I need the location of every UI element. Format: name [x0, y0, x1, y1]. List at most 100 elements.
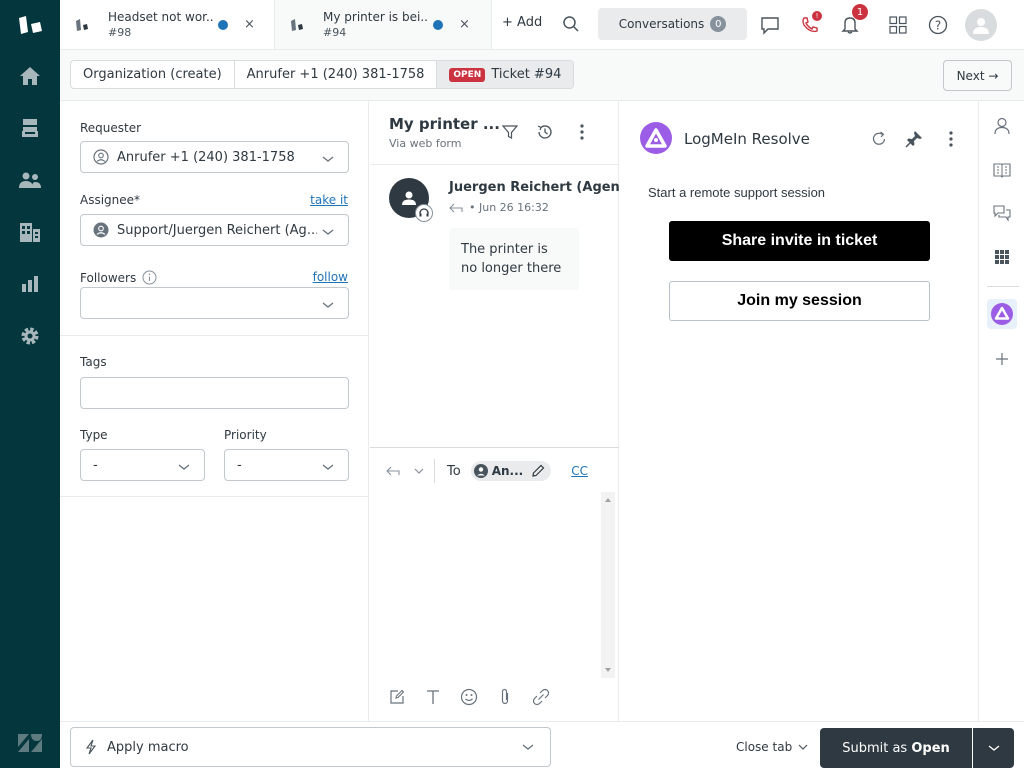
composer-scrollbar[interactable]: [601, 492, 615, 678]
message-body: The printer is no longer there: [449, 228, 579, 290]
join-session-button[interactable]: Join my session: [669, 281, 930, 321]
nav-reporting[interactable]: [0, 266, 60, 306]
requester-value: Anrufer +1 (240) 381-1758: [117, 149, 295, 165]
take-it-link[interactable]: take it: [310, 193, 348, 207]
text-format-icon[interactable]: [424, 688, 442, 706]
home-icon: [19, 66, 41, 90]
emoji-icon[interactable]: [460, 688, 478, 706]
chat-icon[interactable]: [758, 13, 782, 37]
ticket-subject: My printer ...: [389, 115, 500, 133]
refresh-icon[interactable]: [870, 130, 888, 148]
user-avatar[interactable]: [965, 9, 997, 41]
ticket-properties-panel: Requester Anrufer +1 (240) 381-1758 Assi…: [60, 101, 369, 721]
recipient-chip[interactable]: An...: [470, 461, 552, 481]
rail-divider: [987, 286, 1019, 287]
conversations-count: 0: [710, 16, 727, 32]
apps-grid-icon[interactable]: [886, 13, 910, 37]
type-select[interactable]: -: [80, 449, 205, 481]
customer-context-icon[interactable]: [987, 111, 1017, 141]
submit-options-button[interactable]: [973, 728, 1014, 768]
users-icon: [19, 171, 41, 193]
composer-actions: [388, 688, 550, 706]
history-icon[interactable]: [536, 123, 554, 141]
composer-toolbar: To An... CC: [370, 456, 619, 486]
add-tab-button[interactable]: + Add: [502, 15, 542, 30]
tags-input[interactable]: [80, 377, 349, 409]
apply-macro-select[interactable]: Apply macro: [70, 727, 551, 767]
priority-label: Priority: [224, 428, 267, 442]
more-options-icon[interactable]: [942, 130, 960, 148]
logmein-app-icon[interactable]: [987, 299, 1017, 329]
ticket-tab-active[interactable]: My printer is bei... #94 ×: [275, 0, 492, 49]
nav-home[interactable]: [0, 58, 60, 98]
attachment-icon[interactable]: [496, 688, 514, 706]
headset-icon: [415, 204, 433, 222]
unread-dot: [433, 19, 443, 30]
add-app-icon[interactable]: [987, 344, 1017, 374]
link-icon[interactable]: [532, 688, 550, 706]
gear-icon: [20, 326, 40, 350]
close-tab-icon[interactable]: ×: [459, 17, 470, 32]
chevron-down-icon[interactable]: [414, 468, 424, 474]
knowledge-icon[interactable]: [987, 155, 1017, 185]
close-tab-dropdown[interactable]: Close tab: [736, 740, 808, 754]
submit-button[interactable]: Submit as Open: [820, 728, 972, 768]
bell-icon[interactable]: 1: [838, 4, 868, 37]
priority-select[interactable]: -: [224, 449, 349, 481]
search-icon[interactable]: [562, 15, 580, 37]
help-icon[interactable]: ?: [926, 13, 950, 37]
nav-customers[interactable]: [0, 162, 60, 202]
nav-views[interactable]: [0, 110, 60, 150]
chevron-down-icon: [322, 460, 334, 475]
breadcrumb-ticket[interactable]: OPEN Ticket #94: [437, 61, 574, 88]
context-panel-rail: [980, 101, 1024, 721]
bar-chart-icon: [21, 275, 39, 297]
assignee-select[interactable]: Support/Juergen Reichert (Ag...: [80, 214, 349, 246]
phone-icon[interactable]: !: [798, 11, 822, 37]
next-ticket-button[interactable]: Next →: [943, 60, 1012, 91]
more-options-icon[interactable]: [573, 123, 591, 141]
nav-organizations[interactable]: [0, 214, 60, 254]
chevron-down-icon: [798, 744, 808, 750]
logmein-app-panel: LogMeIn Resolve Start a remote support s…: [620, 101, 979, 721]
recipient-avatar-icon: [473, 464, 488, 478]
close-tab-icon[interactable]: ×: [244, 17, 255, 32]
section-divider: [60, 335, 369, 336]
logmein-resolve-logo: [640, 122, 672, 154]
zendesk-agent-workspace: Headset not wor... #98 × My printer is b…: [0, 0, 1024, 768]
breadcrumb: Organization (create) Anrufer +1 (240) 3…: [70, 60, 575, 89]
recipient-name: An...: [491, 464, 524, 478]
inbox-icon: [21, 118, 39, 142]
chevron-down-icon: [322, 225, 334, 240]
requester-label: Requester: [80, 121, 142, 135]
follow-link[interactable]: follow: [313, 270, 348, 284]
breadcrumb-organization[interactable]: Organization (create): [71, 61, 235, 88]
pin-icon[interactable]: [905, 130, 923, 148]
conversations-icon[interactable]: [987, 198, 1017, 228]
status-badge: OPEN: [449, 67, 486, 82]
edit-pencil-icon[interactable]: [531, 464, 545, 478]
talk-alert-badge: !: [812, 11, 822, 21]
zendesk-logo[interactable]: [0, 0, 60, 50]
chevron-down-icon: [522, 743, 534, 751]
ticket-icon: [289, 17, 305, 33]
conversation-panel: My printer ... Via web form Juergen Reic…: [370, 101, 632, 721]
requester-select[interactable]: Anrufer +1 (240) 381-1758: [80, 141, 349, 173]
compose-icon[interactable]: [388, 688, 406, 706]
breadcrumb-requester[interactable]: Anrufer +1 (240) 381-1758: [235, 61, 438, 88]
ticket-tab[interactable]: Headset not wor... #98 ×: [60, 0, 275, 49]
cc-link[interactable]: CC: [571, 464, 588, 478]
conversations-label: Conversations: [618, 17, 705, 31]
nav-admin[interactable]: [0, 318, 60, 358]
reply-type-icon[interactable]: [386, 466, 400, 476]
conversation-header: My printer ... Via web form: [370, 101, 619, 165]
conversations-button[interactable]: Conversations 0: [598, 8, 747, 40]
chevron-down-icon: [322, 298, 334, 313]
share-invite-button[interactable]: Share invite in ticket: [669, 221, 930, 261]
filter-icon[interactable]: [501, 123, 519, 141]
followers-select[interactable]: [80, 287, 349, 319]
ticket-icon: [74, 17, 90, 33]
apps-icon[interactable]: [987, 242, 1017, 272]
info-icon[interactable]: [142, 270, 157, 285]
ticket-header-bar: Organization (create) Anrufer +1 (240) 3…: [60, 50, 1024, 101]
